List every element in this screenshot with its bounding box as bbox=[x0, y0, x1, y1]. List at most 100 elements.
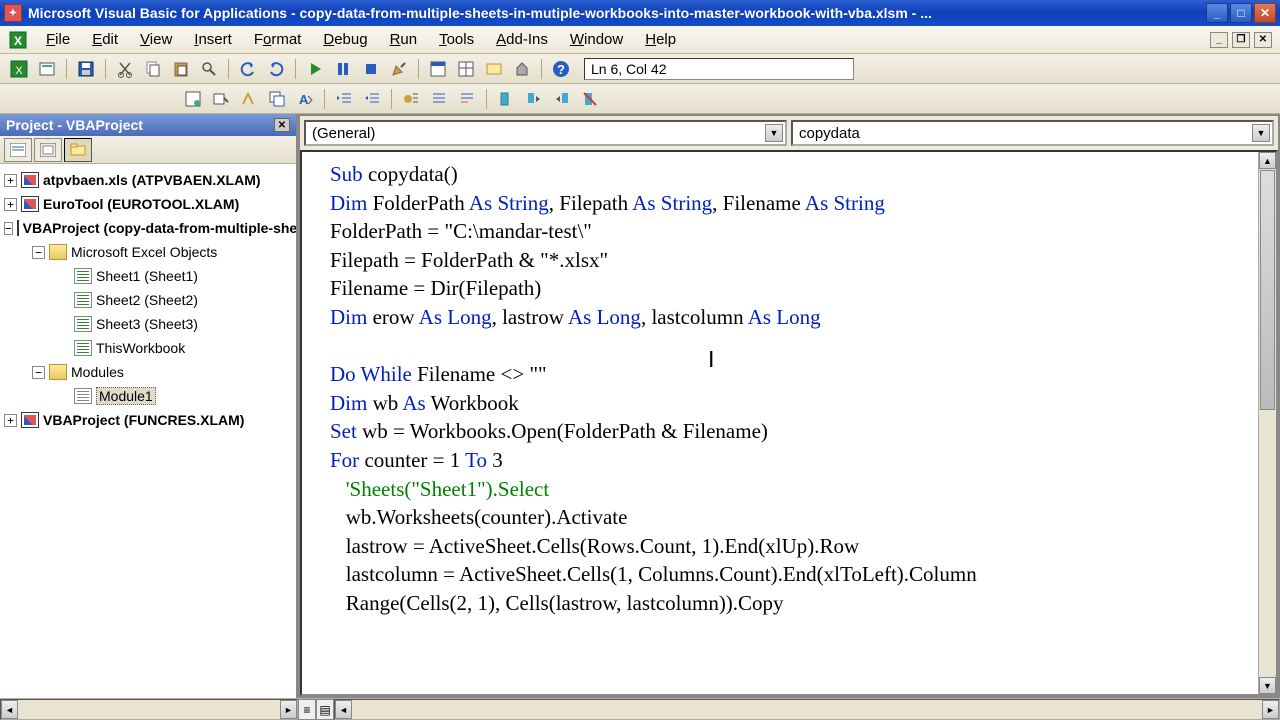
outdent-button[interactable] bbox=[359, 87, 385, 111]
scroll-up-button[interactable]: ▲ bbox=[1259, 152, 1276, 169]
quick-info-button[interactable] bbox=[236, 87, 262, 111]
project-panel-close-button[interactable]: ✕ bbox=[274, 118, 290, 132]
bookmark-clear-button[interactable] bbox=[577, 87, 603, 111]
collapse-icon[interactable]: − bbox=[32, 246, 45, 259]
insert-module-button[interactable] bbox=[34, 57, 60, 81]
maximize-button[interactable]: □ bbox=[1230, 3, 1252, 23]
project-horizontal-scrollbar[interactable]: ◄► bbox=[0, 699, 298, 720]
reset-button[interactable] bbox=[358, 57, 384, 81]
menu-run[interactable]: Run bbox=[380, 27, 428, 52]
break-button[interactable] bbox=[330, 57, 356, 81]
undo-button[interactable] bbox=[235, 57, 261, 81]
tree-node[interactable]: VBAProject (FUNCRES.XLAM) bbox=[43, 412, 244, 428]
scroll-down-button[interactable]: ▼ bbox=[1259, 677, 1276, 694]
expand-icon[interactable]: + bbox=[4, 174, 17, 187]
run-button[interactable] bbox=[302, 57, 328, 81]
project-explorer-button[interactable] bbox=[425, 57, 451, 81]
scroll-left-button[interactable]: ◄ bbox=[335, 700, 352, 719]
tree-node[interactable]: Sheet2 (Sheet2) bbox=[96, 292, 198, 308]
find-button[interactable] bbox=[196, 57, 222, 81]
app-icon: ✦ bbox=[4, 4, 22, 22]
menu-help[interactable]: Help bbox=[635, 27, 686, 52]
bookmark-prev-button[interactable] bbox=[549, 87, 575, 111]
vertical-scrollbar[interactable]: ▲ ▼ bbox=[1258, 152, 1276, 694]
chevron-down-icon[interactable]: ▼ bbox=[765, 124, 783, 142]
edit-toolbar: A bbox=[0, 84, 1280, 114]
tree-node[interactable]: Sheet3 (Sheet3) bbox=[96, 316, 198, 332]
copy-button[interactable] bbox=[140, 57, 166, 81]
comment-block-button[interactable] bbox=[426, 87, 452, 111]
object-browser-button[interactable] bbox=[481, 57, 507, 81]
design-mode-button[interactable] bbox=[386, 57, 412, 81]
titlebar: ✦ Microsoft Visual Basic for Application… bbox=[0, 0, 1280, 26]
breakpoint-button[interactable] bbox=[398, 87, 424, 111]
expand-icon[interactable]: + bbox=[4, 414, 17, 427]
expand-icon[interactable]: + bbox=[4, 198, 17, 211]
project-tree[interactable]: + atpvbaen.xls (ATPVBAEN.XLAM) + EuroTool … bbox=[0, 164, 296, 698]
scroll-thumb[interactable] bbox=[1260, 170, 1275, 410]
properties-button[interactable] bbox=[453, 57, 479, 81]
code-horizontal-scrollbar[interactable]: ◄► bbox=[334, 699, 1280, 720]
redo-button[interactable] bbox=[263, 57, 289, 81]
code-editor[interactable]: Sub copydata() Dim FolderPath As String,… bbox=[302, 152, 1258, 694]
menu-addins[interactable]: Add-Ins bbox=[486, 27, 558, 52]
paste-button[interactable] bbox=[168, 57, 194, 81]
chevron-down-icon[interactable]: ▼ bbox=[1252, 124, 1270, 142]
list-properties-button[interactable] bbox=[180, 87, 206, 111]
bookmark-next-button[interactable] bbox=[521, 87, 547, 111]
indent-button[interactable] bbox=[331, 87, 357, 111]
uncomment-block-button[interactable] bbox=[454, 87, 480, 111]
parameter-info-button[interactable] bbox=[264, 87, 290, 111]
tree-node[interactable]: EuroTool (EUROTOOL.XLAM) bbox=[43, 196, 239, 212]
vba-project-icon bbox=[21, 412, 39, 428]
procedure-view-button[interactable]: ≡ bbox=[298, 699, 316, 720]
mdi-close-button[interactable]: ✕ bbox=[1254, 32, 1272, 48]
view-excel-button[interactable]: X bbox=[6, 57, 32, 81]
menu-insert[interactable]: Insert bbox=[184, 27, 242, 52]
vba-project-icon bbox=[21, 172, 39, 188]
cut-button[interactable] bbox=[112, 57, 138, 81]
workbook-icon bbox=[74, 340, 92, 356]
list-constants-button[interactable] bbox=[208, 87, 234, 111]
scroll-right-button[interactable]: ► bbox=[1262, 700, 1279, 719]
help-button[interactable]: ? bbox=[548, 57, 574, 81]
save-button[interactable] bbox=[73, 57, 99, 81]
collapse-icon[interactable]: − bbox=[32, 366, 45, 379]
tree-node[interactable]: Modules bbox=[71, 364, 124, 380]
tree-node[interactable]: Microsoft Excel Objects bbox=[71, 244, 217, 260]
tree-node[interactable]: Sheet1 (Sheet1) bbox=[96, 268, 198, 284]
svg-text:X: X bbox=[15, 65, 23, 77]
menu-window[interactable]: Window bbox=[560, 27, 633, 52]
view-object-button[interactable] bbox=[34, 138, 62, 162]
menu-format[interactable]: Format bbox=[244, 27, 312, 52]
toggle-folders-button[interactable] bbox=[64, 138, 92, 162]
mdi-restore-button[interactable]: ❐ bbox=[1232, 32, 1250, 48]
vba-project-icon bbox=[17, 220, 19, 236]
scroll-left-button[interactable]: ◄ bbox=[1, 700, 18, 719]
tree-node-selected[interactable]: Module1 bbox=[96, 387, 156, 405]
minimize-button[interactable]: _ bbox=[1206, 3, 1228, 23]
menu-debug[interactable]: Debug bbox=[313, 27, 377, 52]
tree-node[interactable]: ThisWorkbook bbox=[96, 340, 185, 356]
sheet-icon bbox=[74, 268, 92, 284]
object-dropdown[interactable]: (General)▼ bbox=[304, 120, 787, 146]
svg-text:X: X bbox=[14, 34, 22, 48]
tree-node[interactable]: atpvbaen.xls (ATPVBAEN.XLAM) bbox=[43, 172, 261, 188]
complete-word-button[interactable]: A bbox=[292, 87, 318, 111]
cursor-position-box: Ln 6, Col 42 bbox=[584, 58, 854, 80]
toolbox-button[interactable] bbox=[509, 57, 535, 81]
bookmark-toggle-button[interactable] bbox=[493, 87, 519, 111]
menu-file[interactable]: File bbox=[36, 27, 80, 52]
svg-text:A: A bbox=[299, 92, 309, 107]
scroll-right-button[interactable]: ► bbox=[280, 700, 297, 719]
procedure-dropdown[interactable]: copydata▼ bbox=[791, 120, 1274, 146]
menu-view[interactable]: View bbox=[130, 27, 182, 52]
close-button[interactable]: ✕ bbox=[1254, 3, 1276, 23]
menu-edit[interactable]: Edit bbox=[82, 27, 128, 52]
full-module-view-button[interactable]: ▤ bbox=[316, 699, 334, 720]
tree-node[interactable]: VBAProject (copy-data-from-multiple-shee… bbox=[23, 220, 296, 236]
mdi-minimize-button[interactable]: _ bbox=[1210, 32, 1228, 48]
menu-tools[interactable]: Tools bbox=[429, 27, 484, 52]
collapse-icon[interactable]: − bbox=[4, 222, 13, 235]
view-code-button[interactable] bbox=[4, 138, 32, 162]
